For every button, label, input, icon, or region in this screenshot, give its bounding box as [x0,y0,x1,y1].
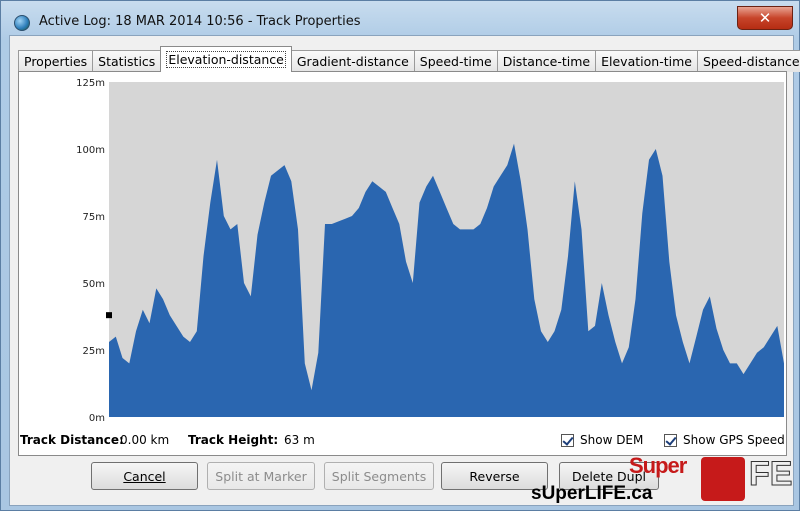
elevation-chart[interactable]: 0m 25m 50m 75m 100m 125m [19,72,788,457]
app-globe-icon [14,15,30,31]
track-distance-value: 0.00 km [120,433,170,447]
tab-label: Gradient-distance [296,54,409,69]
show-dem-label[interactable]: Show DEM [580,433,643,447]
tab-label: Speed-distance [702,54,800,69]
elevation-chart-svg: 0m 25m 50m 75m 100m 125m [76,78,784,424]
watermark-fe-text: FE [748,455,793,494]
tab-label: Properties [24,54,88,69]
cancel-button-label: Cancel [123,468,166,484]
y-tick-label: 100m [76,145,105,156]
tab-label: Distance-time [502,54,591,69]
tab-label: Speed-time [419,54,492,69]
cancel-button[interactable]: Cancel [91,462,198,490]
track-properties-window: Active Log: 18 MAR 2014 10:56 - Track Pr… [0,0,800,511]
split-segments-label: Split Segments [331,468,427,484]
position-marker [106,312,112,319]
y-tick-label: 0m [89,413,105,424]
tab-statistics[interactable]: Statistics [92,50,162,72]
y-tick-label: 75m [83,212,105,223]
close-button[interactable]: ✕ [737,6,793,30]
track-distance-label: Track Distance: [20,433,124,447]
status-row: Track Distance: 0.00 km Track Height: 63… [20,433,785,451]
tab-speed-distance[interactable]: Speed-distance [696,50,800,72]
elevation-distance-panel: 0m 25m 50m 75m 100m 125m [18,71,787,456]
show-gps-speed-checkbox[interactable] [664,434,677,447]
split-at-marker-button[interactable]: Split at Marker [207,462,315,490]
dialog-client-area: Properties Statistics Elevation-distance Gr… [9,35,800,506]
watermark-url: sUperLIFE.ca [531,483,653,504]
tab-label: Elevation-time [601,54,692,69]
y-tick-label: 125m [76,78,105,89]
tab-distance-time[interactable]: Distance-time [496,50,597,72]
reverse-label: Reverse [469,468,520,484]
split-segments-button[interactable]: Split Segments [324,462,434,490]
tab-label: Elevation-distance [166,51,286,68]
tab-elevation-distance[interactable]: Elevation-distance [160,46,292,72]
split-at-marker-label: Split at Marker [215,468,307,484]
track-height-label: Track Height: [188,433,279,447]
y-tick-label: 50m [83,279,105,290]
y-tick-label: 25m [83,346,105,357]
tab-elevation-time[interactable]: Elevation-time [595,50,698,72]
watermark-seal [701,457,745,501]
show-gps-speed-label[interactable]: Show GPS Speed [683,433,785,447]
tab-label: Statistics [98,54,156,69]
watermark-super-text: Super [629,453,687,478]
tab-strip: Properties Statistics Elevation-distance Gr… [18,46,800,72]
watermark: Super FE sUperLIFE.ca [531,453,796,510]
tab-properties[interactable]: Properties [18,50,94,72]
track-height-value: 63 m [284,433,315,447]
tab-speed-time[interactable]: Speed-time [413,50,498,72]
show-dem-checkbox[interactable] [561,434,574,447]
window-title: Active Log: 18 MAR 2014 10:56 - Track Pr… [39,14,361,29]
tab-gradient-distance[interactable]: Gradient-distance [290,50,415,72]
